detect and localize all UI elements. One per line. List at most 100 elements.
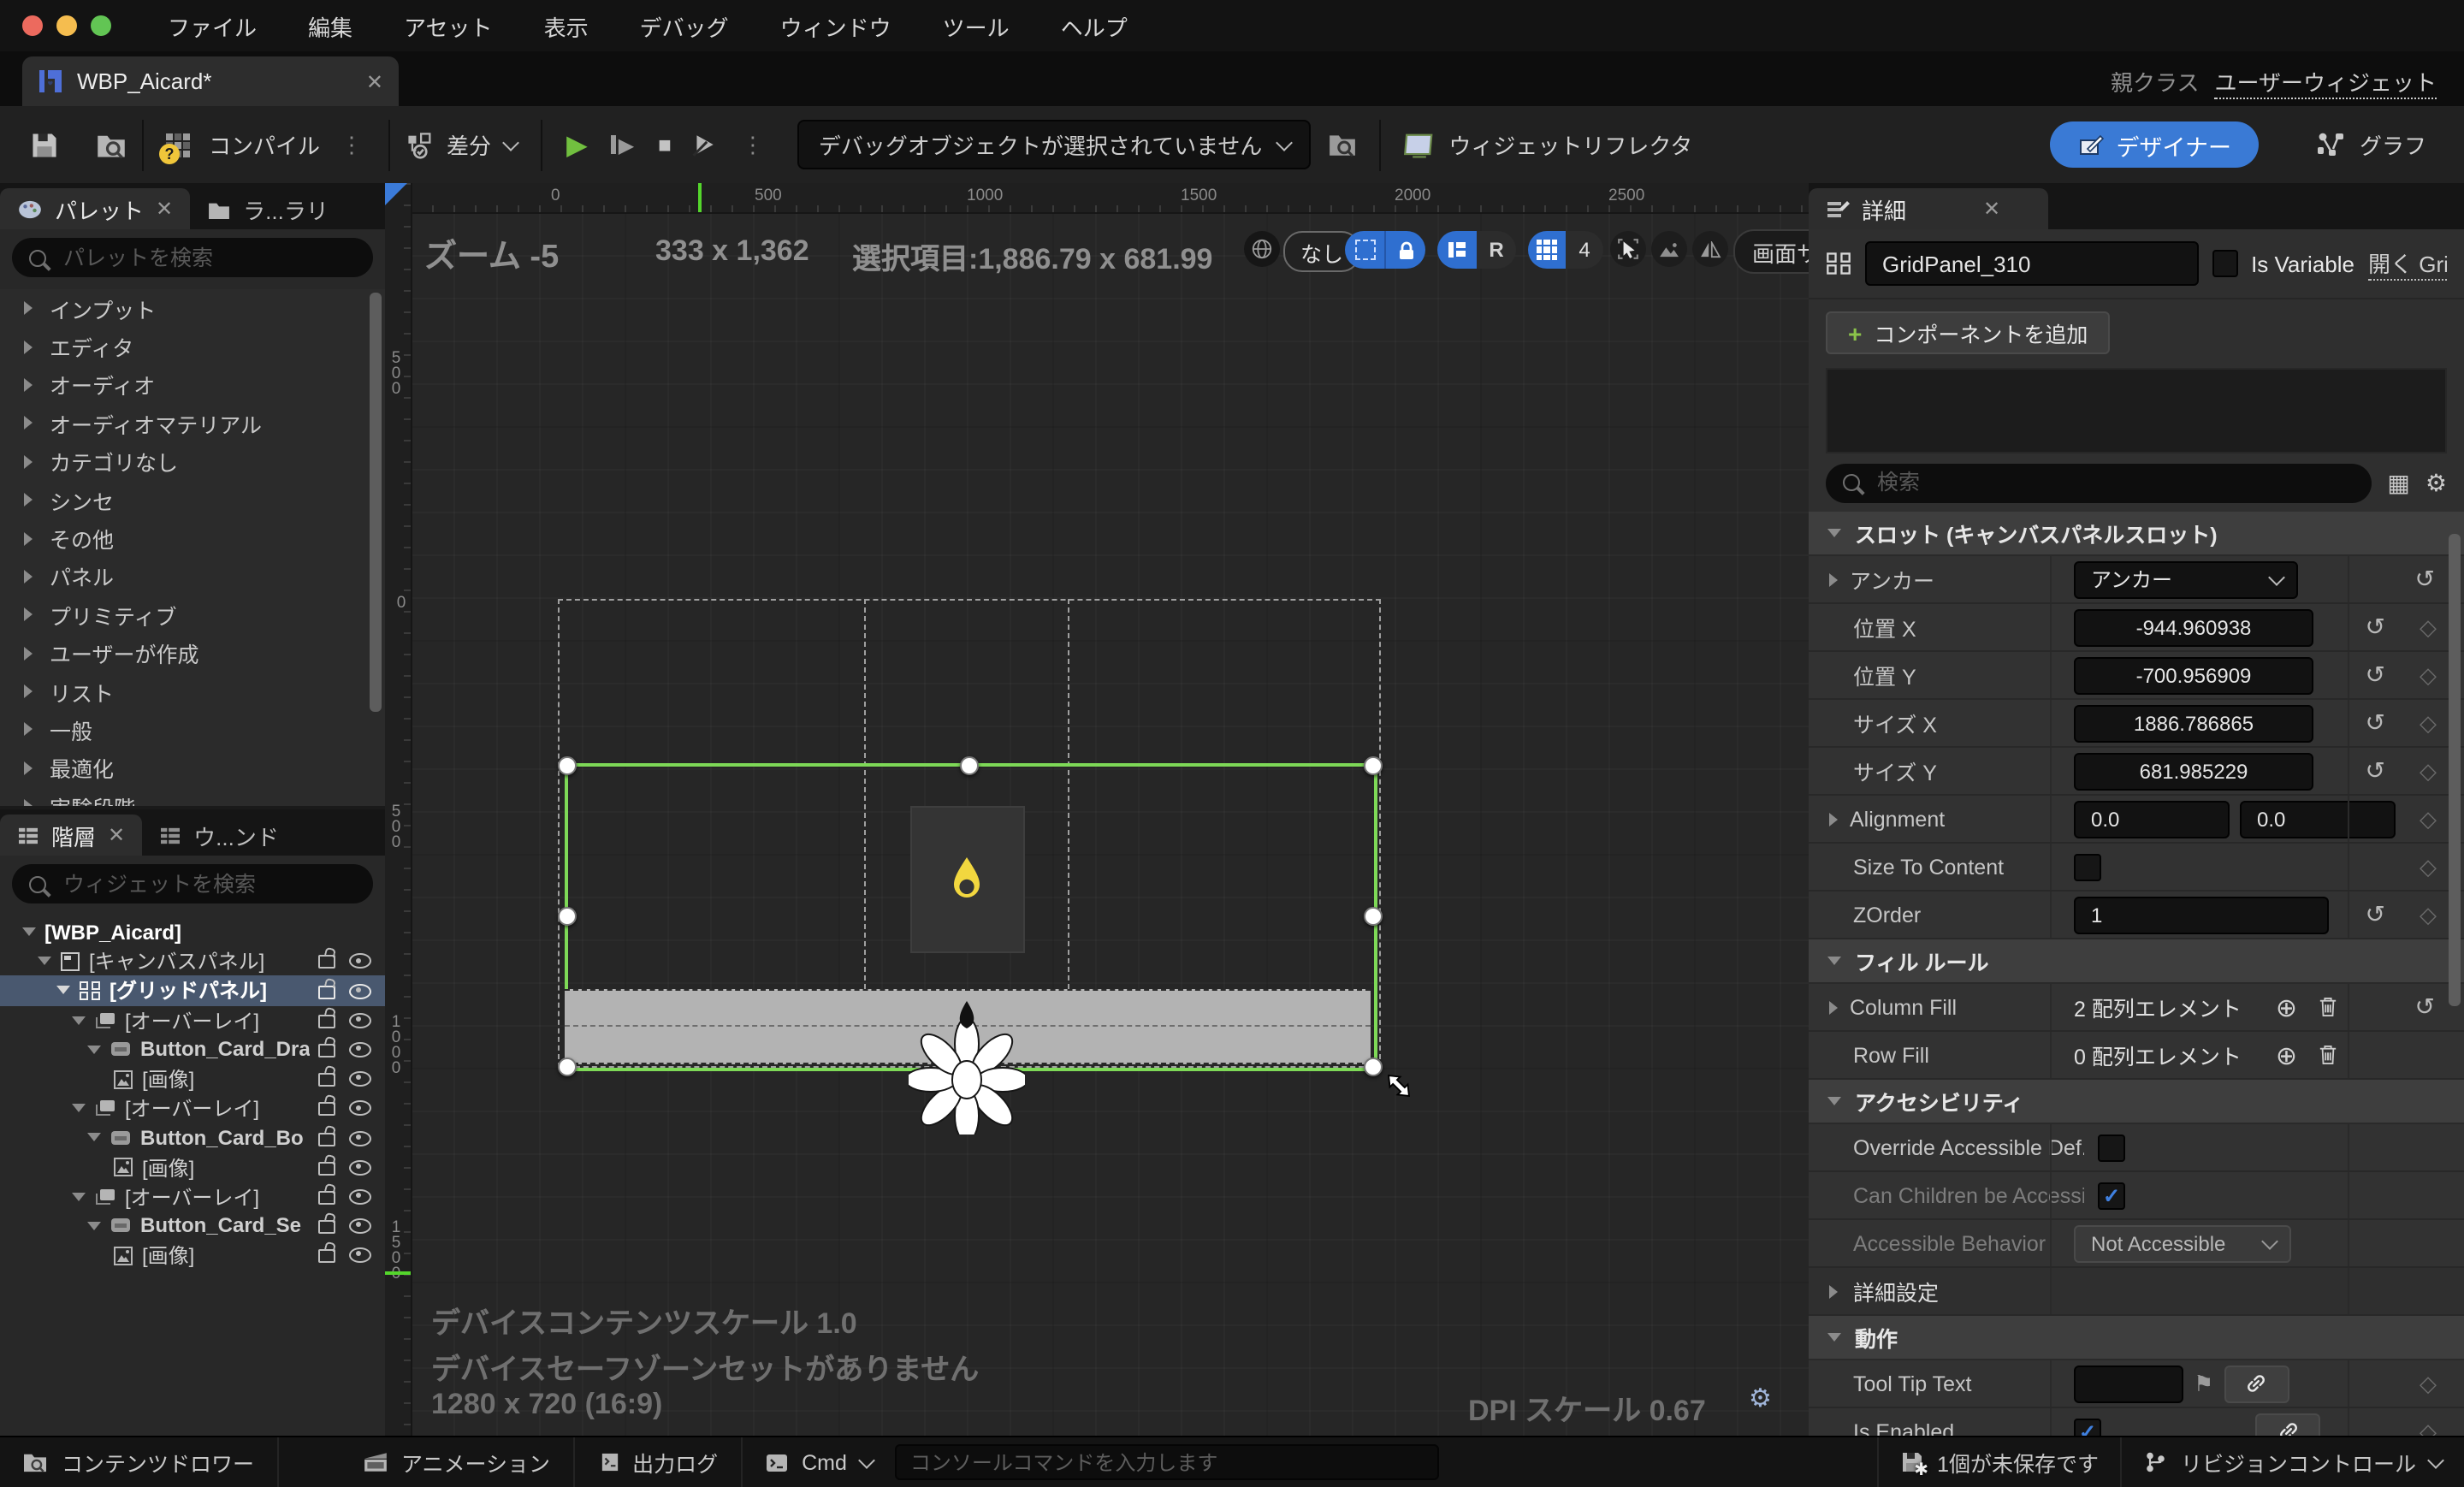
expand-arrow-icon[interactable]	[24, 646, 33, 660]
designer-mode-button[interactable]: デザイナー	[2050, 121, 2259, 168]
menu-tools[interactable]: ツール	[917, 9, 1035, 42]
stop-button[interactable]: ■	[658, 132, 672, 157]
collapse-arrow-icon[interactable]	[87, 1222, 101, 1230]
section-behavior[interactable]: 動作	[1809, 1316, 2464, 1360]
visibility-eye-icon[interactable]	[349, 1189, 371, 1205]
possess-button[interactable]	[692, 132, 718, 157]
tab-library[interactable]: ラ...ラリ	[190, 188, 346, 229]
selection-handle[interactable]	[558, 907, 577, 926]
palette-category-panel[interactable]: パネル	[0, 557, 385, 595]
dashed-outline-icon[interactable]	[1345, 231, 1384, 269]
bind-diamond-icon[interactable]: ◇	[2420, 757, 2437, 785]
tab-details[interactable]: 詳細 ✕	[1809, 188, 2048, 229]
expand-arrow-icon[interactable]	[24, 301, 33, 315]
menu-window[interactable]: ウィンドウ	[755, 9, 917, 42]
respect-locks-label[interactable]: R	[1477, 231, 1516, 269]
palette-category-general[interactable]: 一般	[0, 711, 385, 749]
zorder-input[interactable]: 1	[2074, 896, 2329, 933]
menu-file[interactable]: ファイル	[142, 9, 282, 42]
hierarchy-search-input[interactable]	[60, 870, 306, 898]
collapse-arrow-icon[interactable]	[72, 1016, 86, 1024]
palette-category-list[interactable]: リスト	[0, 672, 385, 711]
tree-row-overlay-2[interactable]: [オーバーレイ]	[0, 1093, 385, 1123]
settings-gear-icon[interactable]: ⚙	[2426, 468, 2447, 497]
widget-name-input[interactable]	[1865, 241, 2198, 286]
alignment-x-input[interactable]: 0.0	[2074, 800, 2230, 838]
anchor-dropdown[interactable]: アンカー	[2074, 560, 2298, 598]
flag-icon[interactable]: ⚑	[2194, 1370, 2213, 1397]
size-to-content-checkbox[interactable]	[2074, 853, 2101, 880]
tree-row-overlay-1[interactable]: [オーバーレイ]	[0, 1005, 385, 1034]
selection-handle[interactable]	[960, 756, 979, 775]
dpi-settings-gear-icon[interactable]: ⚙	[1749, 1383, 1772, 1413]
compile-options-icon[interactable]: ⋮	[330, 131, 373, 158]
palette-category-primitive[interactable]: プリミティブ	[0, 595, 385, 634]
display-filter-icon[interactable]: ▦	[2387, 468, 2409, 497]
details-search-input[interactable]	[1874, 469, 2354, 496]
reset-to-default-icon[interactable]: ↺	[2415, 992, 2435, 1022]
tree-row-image-3[interactable]: [画像]	[0, 1241, 385, 1270]
menu-help[interactable]: ヘルプ	[1035, 9, 1153, 42]
lock-icon[interactable]	[318, 1015, 335, 1028]
debug-object-dropdown[interactable]: デバッグオブジェクトが選択されていません	[798, 120, 1310, 169]
lock-icon[interactable]	[318, 1220, 335, 1234]
selection-handle[interactable]	[1364, 756, 1383, 775]
palette-tab-close-icon[interactable]: ✕	[156, 197, 173, 221]
menu-asset[interactable]: アセット	[378, 9, 518, 42]
collapse-arrow-icon[interactable]	[38, 957, 51, 966]
compile-status-icon[interactable]: ?	[166, 133, 190, 157]
expand-arrow-icon[interactable]	[1829, 1284, 1838, 1298]
menu-view[interactable]: 表示	[518, 9, 614, 42]
localization-globe-icon[interactable]	[1244, 231, 1280, 267]
diff-dropdown-icon[interactable]	[502, 133, 519, 151]
reset-to-default-icon[interactable]: ↺	[2366, 661, 2385, 690]
position-y-input[interactable]: -700.956909	[2074, 656, 2313, 694]
revision-control-button[interactable]: リビジョンコントロール	[2123, 1437, 2464, 1487]
hierarchy-search[interactable]	[12, 864, 373, 903]
compile-button[interactable]: コンパイル	[209, 128, 320, 161]
delete-elements-icon[interactable]	[2318, 996, 2337, 1018]
visibility-eye-icon[interactable]	[349, 1130, 371, 1146]
add-element-icon[interactable]: ⊕	[2276, 992, 2297, 1022]
play-options-icon[interactable]: ⋮	[732, 131, 774, 158]
visibility-eye-icon[interactable]	[349, 1013, 371, 1028]
flip-preview-icon[interactable]	[1692, 231, 1728, 267]
lock-icon[interactable]	[318, 985, 335, 998]
palette-category-audio-material[interactable]: オーディオマテリアル	[0, 404, 385, 442]
visibility-eye-icon[interactable]	[349, 1042, 371, 1057]
tree-row-grid-panel-selected[interactable]: [グリッドパネル]	[0, 976, 385, 1005]
expand-arrow-icon[interactable]	[24, 723, 33, 737]
grid-snap-toggle[interactable]: 4	[1528, 231, 1603, 269]
lock-icon[interactable]	[318, 1191, 335, 1205]
output-log-button[interactable]: 出力ログ	[578, 1437, 742, 1487]
open-grid-link[interactable]: 開く Gri	[2368, 246, 2447, 281]
hierarchy-tab-close-icon[interactable]: ✕	[108, 823, 125, 847]
expand-arrow-icon[interactable]	[24, 417, 33, 430]
collapse-arrow-icon[interactable]	[22, 927, 36, 936]
expand-arrow-icon[interactable]	[24, 570, 33, 584]
tree-row-overlay-3[interactable]: [オーバーレイ]	[0, 1182, 385, 1211]
parent-class-link[interactable]: ユーザーウィジェット	[2215, 65, 2437, 99]
add-element-icon[interactable]: ⊕	[2276, 1040, 2297, 1070]
bind-diamond-icon[interactable]: ◇	[2420, 1418, 2437, 1437]
expand-arrow-icon[interactable]	[24, 531, 33, 545]
menu-edit[interactable]: 編集	[282, 9, 378, 42]
lock-icon[interactable]	[318, 1103, 335, 1117]
diff-icon[interactable]	[406, 131, 435, 158]
selection-handle[interactable]	[558, 756, 577, 775]
tree-row-root[interactable]: [WBP_Aicard]	[0, 917, 385, 946]
details-scrollbar[interactable]	[2449, 534, 2461, 1006]
palette-search[interactable]	[12, 238, 373, 277]
layout-bars-icon[interactable]	[1437, 231, 1477, 269]
console-command-input[interactable]	[895, 1444, 1439, 1480]
content-drawer-button[interactable]: コンテンツドロワー	[0, 1437, 278, 1487]
tab-hierarchy[interactable]: 階層 ✕	[0, 815, 142, 856]
section-slot[interactable]: スロット (キャンバスパネルスロット)	[1809, 512, 2464, 556]
visibility-eye-icon[interactable]	[349, 1101, 371, 1117]
visibility-eye-icon[interactable]	[349, 954, 371, 969]
grid-snap-icon[interactable]	[1528, 231, 1566, 269]
tree-row-image-1[interactable]: [画像]	[0, 1064, 385, 1093]
expand-arrow-icon[interactable]	[24, 608, 33, 622]
tab-close-icon[interactable]: ✕	[366, 69, 383, 93]
maximize-window-button[interactable]	[91, 15, 111, 36]
